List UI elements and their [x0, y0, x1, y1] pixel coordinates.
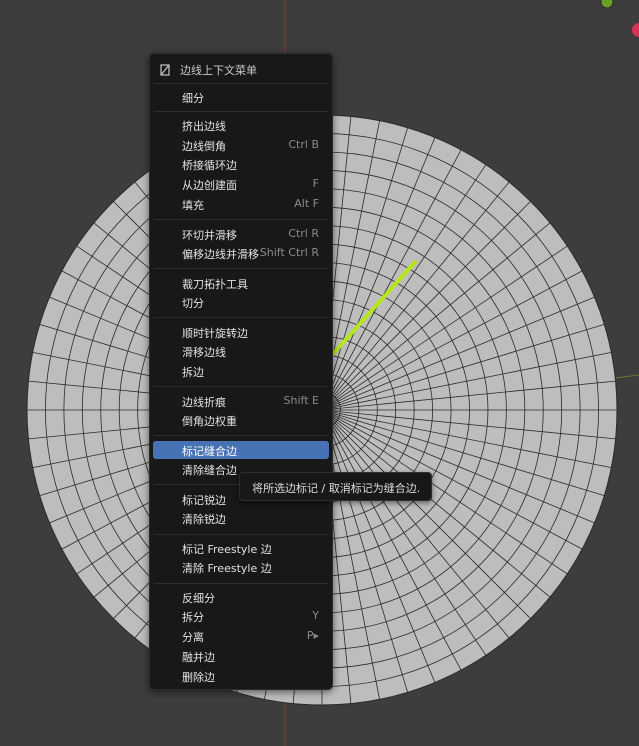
- edge-context-menu: 边线上下文菜单 细分 挤出边线 边线倒角 Ctrl B 桥接循环边 从边创建面 …: [149, 53, 333, 690]
- menu-item-offset-edge-slide[interactable]: 偏移边线并滑移 Shift Ctrl R: [153, 244, 329, 262]
- separator: [154, 534, 328, 535]
- menu-item-edge-slide[interactable]: 滑移边线: [153, 342, 329, 360]
- menu-item-bridge-edge-loops[interactable]: 桥接循环边: [153, 155, 329, 173]
- menu-item-clear-freestyle-edge[interactable]: 清除 Freestyle 边: [153, 558, 329, 576]
- separator: [154, 83, 328, 84]
- menu-item-mark-seam[interactable]: 标记缝合边: [153, 441, 329, 459]
- menu-item-fill[interactable]: 填充 Alt F: [153, 195, 329, 213]
- menu-item-extrude-edges[interactable]: 挤出边线: [153, 116, 329, 134]
- menu-item-delete-edges[interactable]: 删除边: [153, 667, 329, 685]
- menu-item-dissolve-edges[interactable]: 融并边: [153, 647, 329, 665]
- separator: [154, 219, 328, 220]
- menu-title: 边线上下文菜单: [180, 64, 257, 77]
- menu-item-edge-split[interactable]: 拆边: [153, 362, 329, 380]
- menu-item-mark-freestyle-edge[interactable]: 标记 Freestyle 边: [153, 539, 329, 557]
- menu-item-un-subdivide[interactable]: 反细分: [153, 588, 329, 606]
- menu-item-new-face-from-edges[interactable]: 从边创建面 F: [153, 175, 329, 193]
- separator: [154, 111, 328, 112]
- menu-item-bisect[interactable]: 切分: [153, 293, 329, 311]
- separator: [154, 435, 328, 436]
- menu-item-split[interactable]: 拆分 Y: [153, 607, 329, 625]
- tooltip: 将所选边标记 / 取消标记为缝合边.: [239, 472, 432, 501]
- edge-select-mode-icon: [160, 64, 170, 76]
- menu-item-edge-bevel-weight[interactable]: 倒角边权重: [153, 411, 329, 429]
- separator: [154, 317, 328, 318]
- menu-item-subdivide[interactable]: 细分: [153, 88, 329, 106]
- menu-item-clear-sharp[interactable]: 清除锐边: [153, 509, 329, 527]
- separator: [154, 583, 328, 584]
- menu-item-loop-cut-and-slide[interactable]: 环切并滑移 Ctrl R: [153, 225, 329, 243]
- separator: [154, 386, 328, 387]
- menu-item-edge-crease[interactable]: 边线折痕 Shift E: [153, 392, 329, 410]
- menu-item-knife-topology-tool[interactable]: 裁刀拓扑工具: [153, 274, 329, 292]
- menu-header: 边线上下文菜单: [150, 58, 332, 80]
- menu-item-rotate-edge-cw[interactable]: 顺时针旋转边: [153, 323, 329, 341]
- gizmo-y-dot: [600, 0, 614, 9]
- separator: [154, 268, 328, 269]
- menu-item-separate[interactable]: 分离 P▸: [153, 627, 329, 645]
- tooltip-text: 将所选边标记 / 取消标记为缝合边.: [252, 482, 421, 495]
- menu-item-bevel-edges[interactable]: 边线倒角 Ctrl B: [153, 136, 329, 154]
